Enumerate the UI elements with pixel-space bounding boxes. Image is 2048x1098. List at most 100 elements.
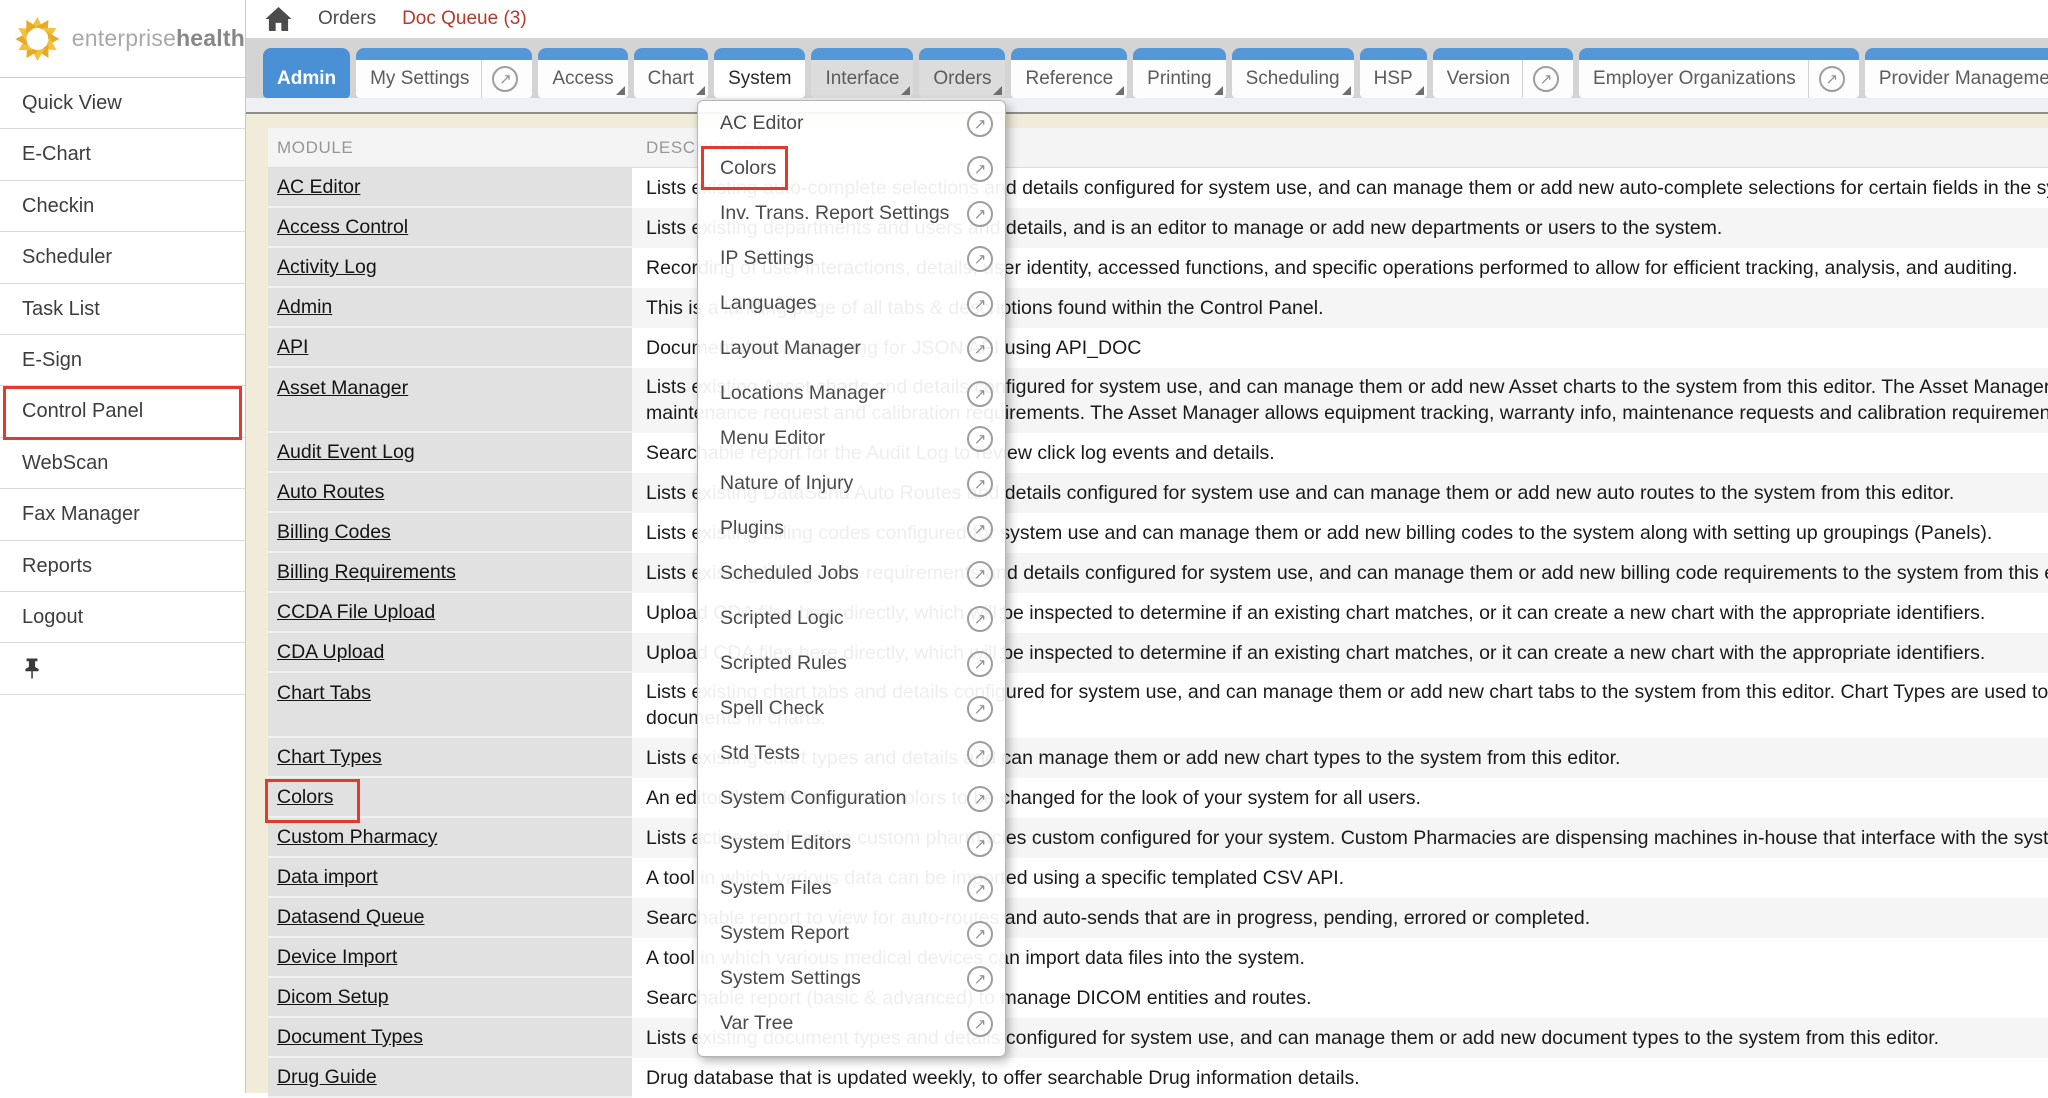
sidebar-item-checkin[interactable]: Checkin <box>0 181 245 232</box>
module-link-ac-editor[interactable]: AC Editor <box>277 176 360 198</box>
system-menu-item-colors[interactable]: Colors↗ <box>698 146 1005 191</box>
external-link-icon: ↗ <box>967 966 993 992</box>
tab-scheduling[interactable]: Scheduling <box>1232 48 1354 98</box>
system-menu-item-scripted-rules[interactable]: Scripted Rules↗ <box>698 641 1005 686</box>
module-link-custom-pharmacy[interactable]: Custom Pharmacy <box>277 826 437 848</box>
module-link-data-import[interactable]: Data import <box>277 866 378 888</box>
sidebar-item-label: E-Sign <box>22 349 82 371</box>
sidebar-item-logout[interactable]: Logout <box>0 592 245 643</box>
external-link-icon[interactable]: ↗ <box>1819 66 1845 92</box>
sidebar-item-control-panel[interactable]: Control Panel <box>0 386 245 437</box>
module-link-activity-log[interactable]: Activity Log <box>277 256 377 278</box>
system-menu-item-system-editors[interactable]: System Editors↗ <box>698 821 1005 866</box>
tab-interface[interactable]: Interface <box>811 48 913 98</box>
external-link-icon[interactable]: ↗ <box>492 66 518 92</box>
system-menu-item-scripted-logic[interactable]: Scripted Logic↗ <box>698 596 1005 641</box>
tab-orders[interactable]: Orders <box>919 48 1005 98</box>
tab-provider-management[interactable]: Provider Management↗ <box>1865 48 2048 98</box>
system-menu-item-locations-manager[interactable]: Locations Manager↗ <box>698 371 1005 416</box>
sidebar-item-reports[interactable]: Reports <box>0 541 245 592</box>
sidebar-item-scheduler[interactable]: Scheduler <box>0 232 245 283</box>
home-icon[interactable] <box>265 7 292 31</box>
tab-reference[interactable]: Reference <box>1011 48 1127 98</box>
system-menu-item-system-settings[interactable]: System Settings↗ <box>698 956 1005 1001</box>
system-menu-item-languages[interactable]: Languages↗ <box>698 281 1005 326</box>
tab-printing[interactable]: Printing <box>1133 48 1225 98</box>
module-link-dicom-setup[interactable]: Dicom Setup <box>277 986 389 1008</box>
breadcrumb-doc-queue[interactable]: Doc Queue (3) <box>402 8 527 30</box>
module-link-chart-tabs[interactable]: Chart Tabs <box>277 682 371 704</box>
system-menu-item-system-files[interactable]: System Files↗ <box>698 866 1005 911</box>
system-menu-item-plugins[interactable]: Plugins↗ <box>698 506 1005 551</box>
external-link-icon: ↗ <box>967 111 993 137</box>
menu-item-label: Layout Manager <box>720 337 967 360</box>
sidebar-item-webscan[interactable]: WebScan <box>0 438 245 489</box>
sidebar-item-task-list[interactable]: Task List <box>0 284 245 335</box>
module-link-cda-upload[interactable]: CDA Upload <box>277 641 384 663</box>
module-link-colors[interactable]: Colors <box>277 786 333 808</box>
tab-my-settings[interactable]: My Settings↗ <box>356 48 532 98</box>
system-menu-item-spell-check[interactable]: Spell Check↗ <box>698 686 1005 731</box>
tab-admin[interactable]: Admin <box>263 48 350 98</box>
sidebar: enterprisehealth Quick ViewE-ChartChecki… <box>0 0 246 1093</box>
sidebar-item-fax-manager[interactable]: Fax Manager <box>0 489 245 540</box>
module-link-chart-types[interactable]: Chart Types <box>277 746 382 768</box>
table-row: Activity LogRecording of user interactio… <box>268 248 2048 288</box>
menu-arrow-icon <box>616 86 625 95</box>
system-menu-item-menu-editor[interactable]: Menu Editor↗ <box>698 416 1005 461</box>
system-menu-item-nature-of-injury[interactable]: Nature of Injury↗ <box>698 461 1005 506</box>
module-cell: CCDA File Upload <box>268 593 632 633</box>
module-link-device-import[interactable]: Device Import <box>277 946 397 968</box>
tab-version[interactable]: Version ↗ <box>1433 48 1573 98</box>
module-link-drug-guide[interactable]: Drug Guide <box>277 1066 377 1088</box>
system-menu-item-system-report[interactable]: System Report↗ <box>698 911 1005 956</box>
module-link-audit-event-log[interactable]: Audit Event Log <box>277 441 415 463</box>
menu-arrow-icon <box>696 86 705 95</box>
table-row: Billing RequirementsLists existing billi… <box>268 553 2048 593</box>
external-link-icon[interactable]: ↗ <box>1533 66 1559 92</box>
system-menu-item-system-configuration[interactable]: System Configuration↗ <box>698 776 1005 821</box>
system-menu-item-ip-settings[interactable]: IP Settings↗ <box>698 236 1005 281</box>
menu-item-label: Std Tests <box>720 742 967 765</box>
system-menu-item-layout-manager[interactable]: Layout Manager↗ <box>698 326 1005 371</box>
module-link-billing-codes[interactable]: Billing Codes <box>277 521 391 543</box>
module-link-asset-manager[interactable]: Asset Manager <box>277 377 408 399</box>
menu-arrow-icon <box>1214 86 1223 95</box>
tab-access[interactable]: Access <box>538 48 627 98</box>
tab-employer-organizations[interactable]: Employer Organizations↗ <box>1579 48 1859 98</box>
tab-divider <box>1522 60 1523 98</box>
sidebar-item-e-sign[interactable]: E-Sign <box>0 335 245 386</box>
sidebar-item-label: Scheduler <box>22 246 112 268</box>
module-cell: Access Control <box>268 208 632 248</box>
menu-item-label: System Configuration <box>720 787 967 810</box>
module-cell: Document Types <box>268 1018 632 1058</box>
tab-label: Version <box>1447 68 1510 90</box>
module-link-auto-routes[interactable]: Auto Routes <box>277 481 384 503</box>
module-link-datasend-queue[interactable]: Datasend Queue <box>277 906 424 928</box>
system-menu-item-inv-trans-report-settings[interactable]: Inv. Trans. Report Settings↗ <box>698 191 1005 236</box>
external-link-icon: ↗ <box>967 426 993 452</box>
module-link-admin[interactable]: Admin <box>277 296 332 318</box>
system-menu-item-ac-editor[interactable]: AC Editor↗ <box>698 101 1005 146</box>
external-link-icon: ↗ <box>967 471 993 497</box>
menu-item-label: Languages <box>720 292 967 315</box>
tab-chart[interactable]: Chart <box>634 48 708 98</box>
system-menu-item-std-tests[interactable]: Std Tests↗ <box>698 731 1005 776</box>
module-link-access-control[interactable]: Access Control <box>277 216 408 238</box>
sidebar-pin-row[interactable] <box>0 643 245 694</box>
menu-arrow-icon <box>1415 86 1424 95</box>
tab-label: Access <box>552 68 613 90</box>
sidebar-item-label: E-Chart <box>22 143 91 165</box>
module-link-ccda-file-upload[interactable]: CCDA File Upload <box>277 601 435 623</box>
sidebar-item-e-chart[interactable]: E-Chart <box>0 129 245 180</box>
system-menu-item-scheduled-jobs[interactable]: Scheduled Jobs↗ <box>698 551 1005 596</box>
module-link-billing-requirements[interactable]: Billing Requirements <box>277 561 456 583</box>
module-link-document-types[interactable]: Document Types <box>277 1026 423 1048</box>
breadcrumb-orders[interactable]: Orders <box>318 8 376 30</box>
tab-hsp[interactable]: HSP <box>1360 48 1427 98</box>
sidebar-item-quick-view[interactable]: Quick View <box>0 78 245 129</box>
tab-system[interactable]: System <box>714 48 805 98</box>
table-row: Asset ManagerLists existing Asset charts… <box>268 368 2048 433</box>
system-menu-item-var-tree[interactable]: Var Tree↗ <box>698 1001 1005 1046</box>
module-link-api[interactable]: API <box>277 336 308 358</box>
